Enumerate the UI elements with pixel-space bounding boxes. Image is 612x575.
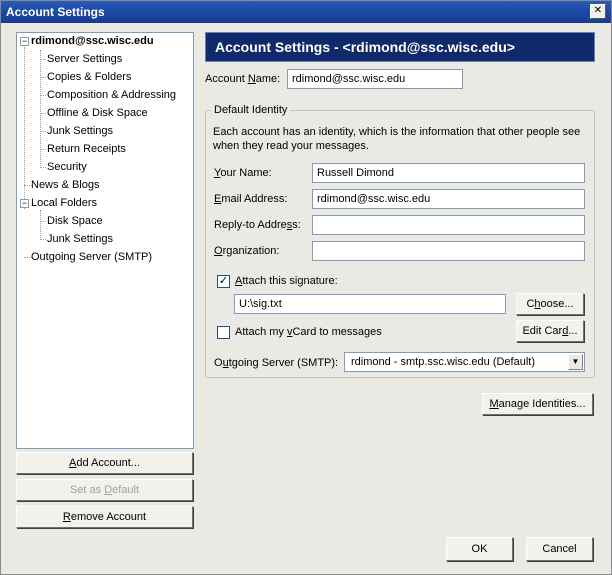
tree-item-server-settings[interactable]: Server Settings [47,51,122,68]
manage-identities-accesskey: M [489,398,499,410]
attach-signature-label: Attach this signature: [235,275,338,287]
tree-item-account[interactable]: rdimond@ssc.wisc.edu [31,33,154,50]
tree-item-local-junk-settings[interactable]: Junk Settings [47,231,113,248]
edit-card-button[interactable]: Edit Card... [516,320,584,342]
group-title: Default Identity [211,104,291,116]
organization-label: Organization: [214,245,279,257]
reply-to-label-text: Reply-to Addre [214,219,287,231]
tree-item-local-folders[interactable]: Local Folders [31,195,97,212]
chevron-down-icon[interactable]: ▼ [568,354,583,370]
cancel-button[interactable]: Cancel [526,537,593,561]
choose-button[interactable]: Choose... [516,293,584,315]
your-name-label-rest: our Name: [220,167,272,179]
set-default-accesskey: D [104,484,113,496]
set-as-default-button[interactable]: Set as Default [16,479,193,501]
edit-card-label: Edit Car [522,325,563,337]
attach-signature-label-rest: ttach this signature: [242,275,338,287]
tree-guide-line [40,210,41,240]
account-name-accesskey: N [247,73,256,85]
tree-item-offline-disk[interactable]: Offline & Disk Space [47,105,148,122]
organization-label-rest: rganization: [222,245,280,257]
outgoing-server-value: rdimond - smtp.ssc.wisc.edu (Default) [351,356,535,368]
attach-vcard-label-rest: Card to messages [292,326,382,338]
set-default-label-rest: efault [112,484,140,496]
account-name-label-text: Account [205,73,248,85]
email-input[interactable]: rdimond@ssc.wisc.edu [312,189,585,209]
remove-account-button[interactable]: Remove Account [16,506,193,528]
tree-guide-line [40,239,46,240]
outgoing-server-label: Outgoing Server (SMTP): [214,357,338,369]
tree-item-disk-space[interactable]: Disk Space [47,213,103,230]
tree-guide-line [40,131,46,132]
outgoing-server-label-text: O [214,357,223,369]
tree-guide-line [40,113,46,114]
close-icon[interactable]: ✕ [590,4,606,19]
tree-guide-line [40,59,46,60]
remove-account-accesskey: R [62,511,71,523]
tree-guide-line [40,149,46,150]
page-title: Account Settings - <rdimond@ssc.wisc.edu… [205,32,595,62]
organization-input[interactable] [312,241,585,261]
tree-item-outgoing-server[interactable]: Outgoing Server (SMTP) [31,249,152,266]
your-name-input[interactable]: Russell Dimond [312,163,585,183]
identity-description: Each account has an identity, which is t… [213,126,581,152]
tree-item-composition[interactable]: Composition & Addressing [47,87,176,104]
account-settings-window: Account Settings ✕ − rdimond@ssc.wisc.ed… [0,0,612,575]
ok-button[interactable]: OK [446,537,513,561]
attach-vcard-label-text: Attach my [235,326,287,338]
tree-item-security[interactable]: Security [47,159,87,176]
manage-identities-button[interactable]: Manage Identities... [482,393,593,415]
tree-guide-line [40,221,46,222]
outgoing-server-label-rest: tgoing Server (SMTP): [228,357,339,369]
organization-accesskey: O [214,245,223,257]
add-account-button[interactable]: Add Account... [16,452,193,474]
tree-guide-line [40,50,41,168]
reply-to-label: Reply-to Address: [214,219,301,231]
tree-guide-line [40,95,46,96]
edit-card-label-rest: ... [568,325,578,337]
attach-vcard-checkbox[interactable] [217,326,230,339]
account-tree[interactable]: − rdimond@ssc.wisc.edu Server Settings C… [16,32,194,449]
account-name-label: Account Name: [205,73,280,85]
reply-to-label-rest: s: [292,219,301,231]
outgoing-server-select[interactable]: rdimond - smtp.ssc.wisc.edu (Default) ▼ [344,352,585,372]
window-title: Account Settings [6,5,105,19]
tree-guide-line [40,167,46,168]
your-name-label: Your Name: [214,167,272,179]
add-account-label-rest: dd Account... [76,457,140,469]
tree-guide-line [40,77,46,78]
collapse-icon[interactable]: − [20,199,29,208]
account-name-label-rest: ame: [255,73,281,85]
email-label-rest: mail Address: [221,193,288,205]
tree-item-news-blogs[interactable]: News & Blogs [31,177,99,194]
reply-to-input[interactable] [312,215,585,235]
collapse-icon[interactable]: − [20,37,29,46]
set-default-label: Set as [69,484,105,496]
account-name-input[interactable]: rdimond@ssc.wisc.edu [287,69,463,89]
title-bar: Account Settings ✕ [1,1,611,23]
tree-item-return-receipts[interactable]: Return Receipts [47,141,126,158]
email-label: Email Address: [214,193,287,205]
signature-path-input[interactable]: U:\sig.txt [234,294,506,314]
tree-item-junk-settings[interactable]: Junk Settings [47,123,113,140]
choose-label-rest: oose... [540,298,574,310]
manage-identities-label-rest: anage Identities... [498,398,586,410]
attach-vcard-label: Attach my vCard to messages [235,326,382,338]
attach-signature-checkbox[interactable]: ✓ [217,275,230,288]
remove-account-label-rest: emove Account [70,511,147,523]
tree-item-copies-folders[interactable]: Copies & Folders [47,69,131,86]
